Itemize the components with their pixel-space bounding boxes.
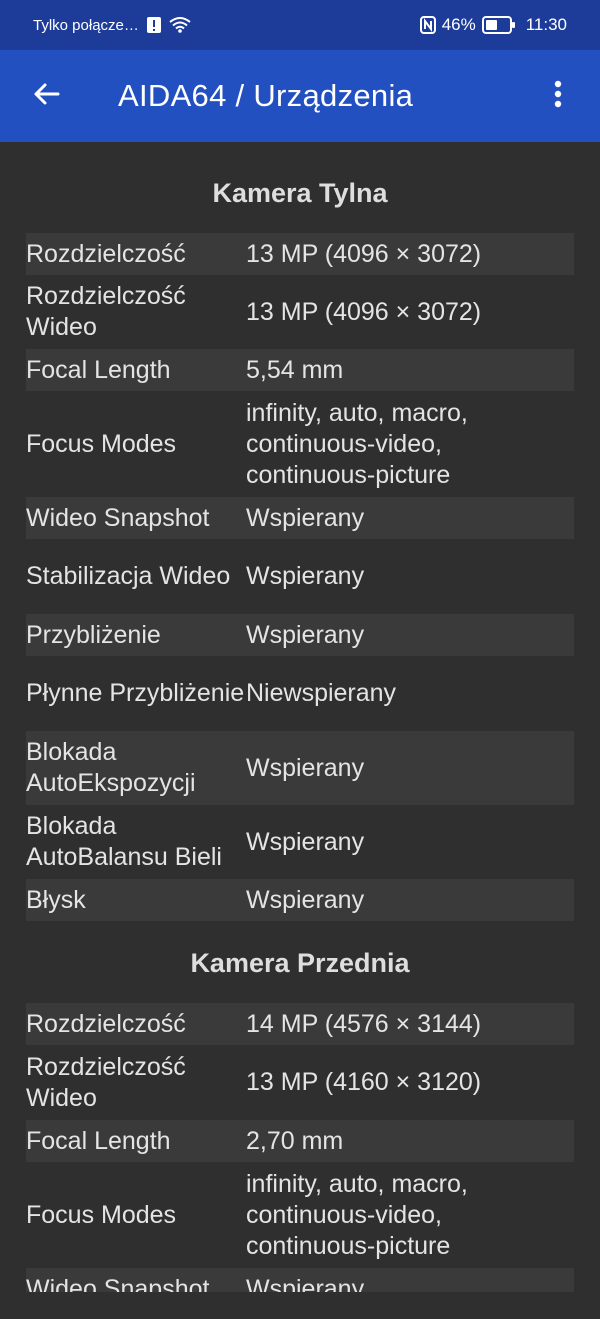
bottom-band	[0, 1292, 600, 1319]
table-row: Rozdzielczość 13 MP (4096 × 3072)	[26, 233, 574, 275]
table-row: Błysk Wspierany	[26, 879, 574, 921]
row-label: Focus Modes	[26, 429, 177, 458]
status-bar: Tylko połącze… 46% 11:30	[0, 0, 600, 50]
row-value: Wspierany	[246, 885, 365, 914]
table-row: Przybliżenie Wspierany	[26, 614, 574, 656]
row-label: Focus Modes	[26, 1200, 177, 1229]
table-row: Płynne Przybliżenie Niewspierany	[26, 656, 574, 731]
table-row: Focal Length 5,54 mm	[26, 349, 574, 391]
app-bar: AIDA64 / Urządzenia	[0, 50, 600, 142]
battery-icon	[481, 16, 516, 34]
row-value: Niewspierany	[246, 679, 397, 707]
table-row: Focus Modes infinity, auto, macro, conti…	[26, 391, 574, 497]
table-row: Focus Modes infinity, auto, macro, conti…	[26, 1162, 574, 1268]
row-value: 5,54 mm	[246, 355, 344, 384]
row-label: Blokada AutoBalansu Bieli	[26, 812, 222, 871]
row-label: Rozdzielczość Wideo	[26, 1052, 186, 1112]
network-label: Tylko połącze…	[33, 16, 139, 34]
row-value: infinity, auto, macro, continuous-video,…	[246, 1169, 468, 1260]
row-label: Błysk	[26, 885, 86, 914]
table-row: Blokada AutoEkspozycji Wspierany	[26, 731, 574, 805]
row-value: 13 MP (4096 × 3072)	[246, 297, 482, 326]
table-row: Rozdzielczość Wideo 13 MP (4160 × 3120)	[26, 1045, 574, 1120]
table-row: Rozdzielczość 14 MP (4576 × 3144)	[26, 1003, 574, 1045]
table-row: Wideo Snapshot Wspierany	[26, 1268, 574, 1292]
row-label: Płynne Przybliżenie	[26, 679, 245, 707]
status-right: 46% 11:30	[419, 15, 567, 35]
row-label: Wideo Snapshot	[26, 1274, 210, 1293]
page-title: AIDA64 / Urządzenia	[118, 78, 414, 113]
row-label: Rozdzielczość	[26, 239, 186, 268]
row-value: Wspierany	[246, 827, 365, 856]
table-row: Stabilizacja Wideo Wspierany	[26, 539, 574, 614]
nfc-icon	[419, 16, 436, 34]
row-label: Blokada AutoEkspozycji	[26, 738, 196, 797]
alert-icon	[146, 17, 161, 33]
row-label: Rozdzielczość	[26, 1009, 186, 1038]
row-value: Wspierany	[246, 1274, 365, 1293]
row-label: Rozdzielczość Wideo	[26, 282, 186, 341]
table-row: Blokada AutoBalansu Bieli Wspierany	[26, 805, 574, 879]
rear-camera-table: Rozdzielczość 13 MP (4096 × 3072) Rozdzi…	[26, 233, 574, 921]
clock: 11:30	[525, 15, 567, 34]
row-value: Wspierany	[246, 753, 365, 782]
wifi-icon	[169, 17, 191, 33]
table-row: Focal Length 2,70 mm	[26, 1120, 574, 1162]
row-label: Wideo Snapshot	[26, 503, 210, 532]
row-label: Focal Length	[26, 355, 171, 384]
row-value: 13 MP (4160 × 3120)	[246, 1068, 482, 1096]
row-value: Wspierany	[246, 562, 365, 590]
status-left: Tylko połącze…	[33, 17, 191, 34]
row-label: Stabilizacja Wideo	[26, 562, 231, 590]
arrow-left-icon	[32, 82, 60, 111]
table-row: Wideo Snapshot Wspierany	[26, 497, 574, 539]
section-title-front-camera: Kamera Przednia	[190, 948, 410, 978]
back-button[interactable]	[10, 50, 82, 142]
row-value: 14 MP (4576 × 3144)	[246, 1009, 482, 1038]
row-value: 2,70 mm	[246, 1126, 344, 1155]
row-label: Focal Length	[26, 1126, 171, 1155]
table-row: Rozdzielczość Wideo 13 MP (4096 × 3072)	[26, 275, 574, 349]
row-value: Wspierany	[246, 503, 365, 532]
more-vert-icon	[554, 80, 562, 113]
row-value: infinity, auto, macro, continuous-video,…	[246, 398, 468, 489]
section-title-rear-camera: Kamera Tylna	[212, 178, 388, 208]
front-camera-table: Rozdzielczość 14 MP (4576 × 3144) Rozdzi…	[26, 1003, 574, 1292]
row-value: 13 MP (4096 × 3072)	[246, 239, 482, 268]
row-label: Przybliżenie	[26, 620, 161, 649]
row-value: Wspierany	[246, 620, 365, 649]
overflow-menu-button[interactable]	[538, 74, 578, 118]
content-area[interactable]: Kamera Tylna Rozdzielczość 13 MP (4096 ×…	[0, 142, 600, 1292]
battery-percent: 46%	[441, 15, 476, 34]
